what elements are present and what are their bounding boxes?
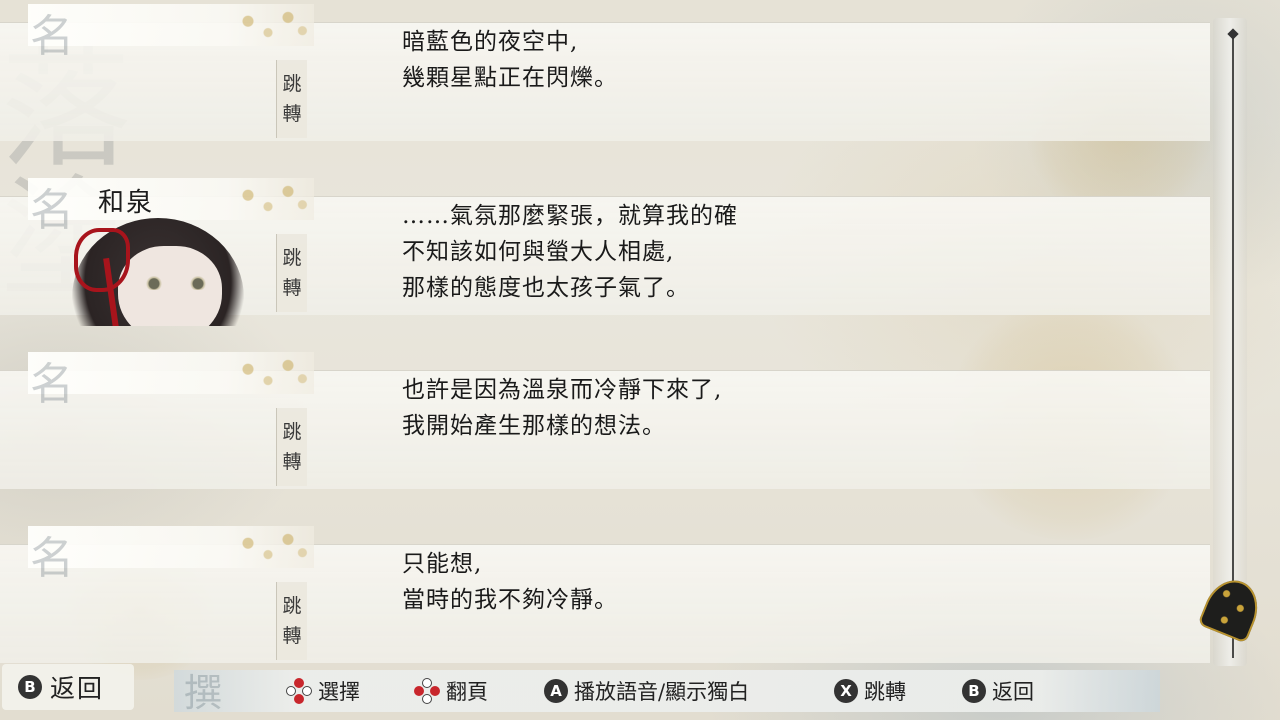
speaker-name: 和泉 [98,188,155,218]
hint-label: 翻頁 [446,680,488,704]
back-button-label: 返回 [50,674,105,703]
jump-label-char: 跳 [282,595,302,617]
dpad-left-right-icon [414,678,440,704]
speaker-portrait [30,218,245,326]
dpad-up-down-icon [286,678,312,704]
jump-label-char: 轉 [282,451,302,473]
b-button-icon: B [18,675,42,699]
dialogue-line: 不知該如何與螢大人相處, [402,239,675,265]
flower-stamp [232,354,312,392]
portrait-hair-ribbon [74,228,130,292]
jump-label-char: 轉 [282,103,302,125]
portrait-eye [186,276,210,290]
hint-page: 翻頁 [414,676,488,706]
jump-label-char: 跳 [282,73,302,95]
dialogue-line: 當時的我不夠冷靜。 [402,587,618,613]
portrait-eye [142,276,166,290]
hint-back: B 返回 [962,676,1034,706]
b-button-icon: B [962,679,986,703]
back-button[interactable]: B 返回 [2,664,134,710]
jump-button[interactable]: 跳 轉 [276,408,307,486]
jump-button[interactable]: 跳 轉 [276,60,307,138]
x-button-icon: X [834,679,858,703]
log-entry: 名 跳 轉 暗藍色的夜空中, 幾顆星點正在閃爍。 [0,4,1210,144]
hint-label: 選擇 [318,680,360,704]
dialogue-line: ……氣氛那麼緊張，就算我的確 [402,203,738,229]
hint-play-voice: A 播放語音/顯示獨白 [544,676,749,706]
hint-label: 跳轉 [864,680,906,704]
dialogue-text[interactable]: ……氣氛那麼緊張，就算我的確 不知該如何與螢大人相處, 那樣的態度也太孩子氣了。 [402,198,1042,306]
hint-bar-watermark: 撰 [184,671,223,715]
hint-label: 播放語音/顯示獨白 [574,680,750,704]
log-entry: 名 跳 轉 只能想, 當時的我不夠冷靜。 [0,526,1210,666]
dialogue-line: 那樣的態度也太孩子氣了。 [402,275,690,301]
hint-select: 選擇 [286,676,360,706]
scrollbar-track[interactable] [1213,18,1247,666]
flower-stamp [232,6,312,44]
flower-stamp [232,528,312,566]
name-watermark: 名 [30,11,74,62]
hint-label: 返回 [992,680,1034,704]
jump-label-char: 跳 [282,421,302,443]
scrollbar-line [1232,30,1234,658]
jump-label-char: 跳 [282,247,302,269]
dialogue-text[interactable]: 暗藍色的夜空中, 幾顆星點正在閃爍。 [402,24,1042,96]
a-button-icon: A [544,679,568,703]
dialogue-line: 幾顆星點正在閃爍。 [402,65,618,91]
name-watermark: 名 [30,533,74,584]
dialogue-line: 暗藍色的夜空中, [402,29,579,55]
name-watermark: 名 [30,359,74,410]
dialogue-line: 我開始產生那樣的想法。 [402,413,666,439]
jump-label-char: 轉 [282,277,302,299]
dialogue-text[interactable]: 只能想, 當時的我不夠冷靜。 [402,546,1042,618]
hint-jump: X 跳轉 [834,676,906,706]
dialogue-line: 也許是因為溫泉而冷靜下來了, [402,377,723,403]
dialogue-text[interactable]: 也許是因為溫泉而冷靜下來了, 我開始產生那樣的想法。 [402,372,1042,444]
flower-stamp [232,180,312,218]
dialogue-line: 只能想, [402,551,483,577]
jump-button[interactable]: 跳 轉 [276,582,307,660]
jump-button[interactable]: 跳 轉 [276,234,307,312]
log-entry: 名 跳 轉 也許是因為溫泉而冷靜下來了, 我開始產生那樣的想法。 [0,352,1210,492]
jump-label-char: 轉 [282,625,302,647]
